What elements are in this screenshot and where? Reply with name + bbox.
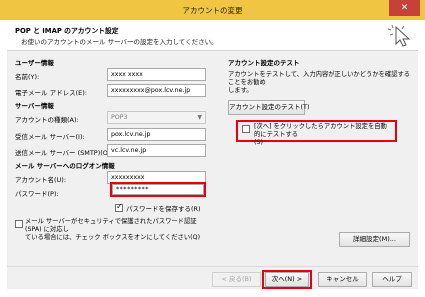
window-title: アカウントの変更 [182,6,243,15]
spa-checkbox[interactable] [15,220,23,228]
auto-test-label-line1: [次へ] をクリックしたらアカウント設定を自動的にテストする [254,123,387,138]
spa-label-line1: メール サーバーがセキュリティで保護されたパスワード認証 (SPA) に対応し [25,218,197,233]
cursor-sparkle-icon [387,24,411,47]
incoming-server-field[interactable]: pox.lcv.ne.jp [107,128,206,141]
password-highlight: ********* [110,182,206,197]
account-type-label: アカウントの種類(A): [15,116,79,124]
spa-label-line2: ている場合には、チェック ボックスをオンにしてください(Q) [25,234,201,241]
outgoing-server-field[interactable]: vc.lcv.ne.jp [107,144,206,157]
title-bar: アカウントの変更 ✕ [0,0,425,20]
email-field[interactable]: xxxxxxxxx@pox.lcv.ne.jp [107,84,206,97]
auto-test-checkbox[interactable] [242,125,250,133]
account-name-label: アカウント名(U): [15,176,67,184]
back-button[interactable]: < 戻る(B) [212,272,261,287]
name-field[interactable]: xxxx xxxx [107,68,206,81]
spa-label: メール サーバーがセキュリティで保護されたパスワード認証 (SPA) に対応し … [25,218,211,242]
name-label: 名前(Y): [15,73,40,81]
password-label: パスワード(P): [15,190,59,198]
server-info-heading: サーバー情報 [15,102,54,110]
advanced-settings-button[interactable]: 詳細設定(M)... [339,232,410,247]
dialog-header: POP と IMAP のアカウント設定 お使いのアカウントのメール サーバーの設… [7,20,418,51]
close-button[interactable]: ✕ [389,0,420,16]
auto-test-label: [次へ] をクリックしたらアカウント設定を自動的にテストする (S) [254,123,392,147]
test-heading: アカウント設定のテスト [228,59,300,67]
settings-panel: ユーザー情報 名前(Y): xxxx xxxx 電子メール アドレス(E): x… [7,51,418,289]
save-password-label: パスワードを保存する(R) [126,205,201,213]
user-info-heading: ユーザー情報 [15,59,54,67]
test-account-button[interactable]: アカウント設定のテスト(T) [228,100,310,115]
chevron-down-icon: ▼ [197,114,202,121]
password-field[interactable]: ********* [112,184,204,195]
test-description: アカウントをテストして、入力内容が正しいかどうかを確認することをお勧め します。 [228,71,413,95]
page-subtitle: お使いのアカウントのメール サーバーの設定を入力してください。 [21,38,218,46]
logon-info-heading: メール サーバーへのログオン情報 [15,162,115,170]
test-description-line2: します。 [228,87,253,94]
outgoing-server-label: 送信メール サーバー (SMTP)(O): [15,149,113,157]
button-bar: < 戻る(B) 次へ(N) > キャンセル ヘルプ [7,266,418,289]
account-type-value: POP3 [111,114,128,121]
auto-test-label-line2: (S) [254,139,263,146]
page-title: POP と IMAP のアカウント設定 [15,27,119,35]
cancel-button[interactable]: キャンセル [318,272,367,287]
incoming-server-label: 受信メール サーバー(I): [15,133,85,141]
email-label: 電子メール アドレス(E): [15,89,87,97]
test-description-line1: アカウントをテストして、入力内容が正しいかどうかを確認することをお勧め [228,71,411,86]
help-button[interactable]: ヘルプ [372,272,412,287]
next-button[interactable]: 次へ(N) > [265,272,309,287]
account-type-select: POP3 ▼ [107,111,206,124]
save-password-checkbox[interactable] [115,202,123,212]
